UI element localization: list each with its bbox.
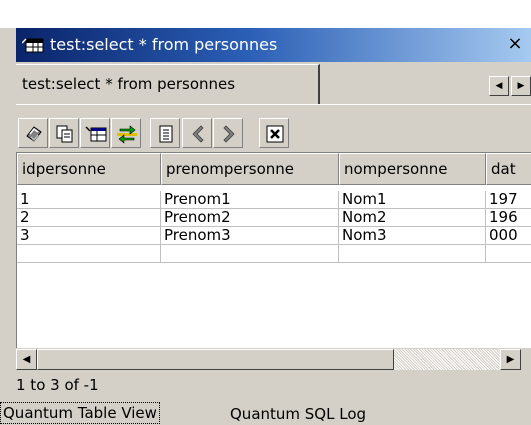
export-button[interactable] xyxy=(111,118,141,148)
close-icon xyxy=(266,125,284,143)
view-title: test:select * from personnes xyxy=(50,35,278,54)
column-header-nompersonne[interactable]: nompersonne xyxy=(339,153,486,185)
table-cell[interactable]: Prenom2 xyxy=(161,209,339,227)
next-page-button[interactable] xyxy=(213,118,243,148)
view-titlebar[interactable]: test:select * from personnes × xyxy=(16,28,531,62)
table-cell[interactable] xyxy=(17,245,161,263)
previous-page-button[interactable] xyxy=(182,118,212,148)
table-row-empty[interactable] xyxy=(17,245,531,263)
close-result-button[interactable] xyxy=(259,118,289,148)
document-icon xyxy=(159,125,173,143)
result-panel: idpersonne prenompersonne nompersonne da… xyxy=(16,106,531,408)
table-cell[interactable]: Nom2 xyxy=(339,209,486,227)
tab-scroll-left-button[interactable]: ◀ xyxy=(489,76,509,96)
result-grid[interactable]: idpersonne prenompersonne nompersonne da… xyxy=(16,152,531,348)
refresh-icon xyxy=(26,126,42,142)
previous-icon xyxy=(192,125,204,143)
row-count-status: 1 to 3 of -1 xyxy=(16,376,99,394)
column-header-date[interactable]: dat xyxy=(486,153,531,185)
table-cell[interactable]: 000 xyxy=(486,227,531,245)
table-cell[interactable]: Prenom1 xyxy=(161,191,339,209)
insert-row-button[interactable] xyxy=(80,118,110,148)
copy-icon xyxy=(56,125,73,143)
app-window: test:select * from personnes × test:sele… xyxy=(0,0,531,425)
next-icon xyxy=(223,125,235,143)
table-cell[interactable]: 196 xyxy=(486,209,531,227)
bottom-view-tabs: Quantum Table View Quantum SQL Log xyxy=(0,402,531,425)
insert-row-icon xyxy=(85,126,107,142)
table-row[interactable]: 1 Prenom1 Nom1 197 xyxy=(17,191,531,209)
table-cell[interactable] xyxy=(486,245,531,263)
scroll-left-button[interactable]: ◀ xyxy=(16,349,37,370)
table-cell[interactable] xyxy=(161,245,339,263)
table-cell[interactable]: Nom3 xyxy=(339,227,486,245)
copy-button[interactable] xyxy=(49,118,79,148)
table-cell[interactable]: 3 xyxy=(17,227,161,245)
horizontal-scrollbar[interactable]: ◀ ▶ xyxy=(16,348,531,370)
table-row[interactable]: 2 Prenom2 Nom2 196 xyxy=(17,209,531,227)
tab-quantum-sql-log[interactable]: Quantum SQL Log xyxy=(230,407,366,425)
table-cell[interactable]: Prenom3 xyxy=(161,227,339,245)
tab-result-label: test:select * from personnes xyxy=(22,75,236,93)
table-cell[interactable]: 2 xyxy=(17,209,161,227)
grid-header: idpersonne prenompersonne nompersonne da… xyxy=(17,153,531,185)
table-cell[interactable]: 1 xyxy=(17,191,161,209)
export-icon xyxy=(117,125,137,144)
column-header-idpersonne[interactable]: idpersonne xyxy=(17,153,161,185)
table-row[interactable]: 3 Prenom3 Nom3 000 xyxy=(17,227,531,245)
refresh-button[interactable] xyxy=(18,118,48,148)
table-cell[interactable]: 197 xyxy=(486,191,531,209)
tab-result[interactable]: test:select * from personnes xyxy=(16,64,320,104)
table-cell[interactable] xyxy=(339,245,486,263)
scroll-right-button[interactable]: ▶ xyxy=(500,349,521,370)
tab-quantum-table-view[interactable]: Quantum Table View xyxy=(0,402,160,424)
column-header-prenompersonne[interactable]: prenompersonne xyxy=(161,153,339,185)
top-strip xyxy=(0,0,531,28)
tab-scroll-right-button[interactable]: ▶ xyxy=(511,76,531,96)
scrollbar-track[interactable] xyxy=(394,349,500,370)
scrollbar-thumb[interactable] xyxy=(37,349,394,370)
result-tabstrip: test:select * from personnes ◀ ▶ xyxy=(16,62,531,105)
result-toolbar xyxy=(16,118,531,152)
view-close-button[interactable]: × xyxy=(505,34,525,54)
table-cell[interactable]: Nom1 xyxy=(339,191,486,209)
document-button[interactable] xyxy=(150,118,180,148)
table-view-icon xyxy=(21,37,44,53)
